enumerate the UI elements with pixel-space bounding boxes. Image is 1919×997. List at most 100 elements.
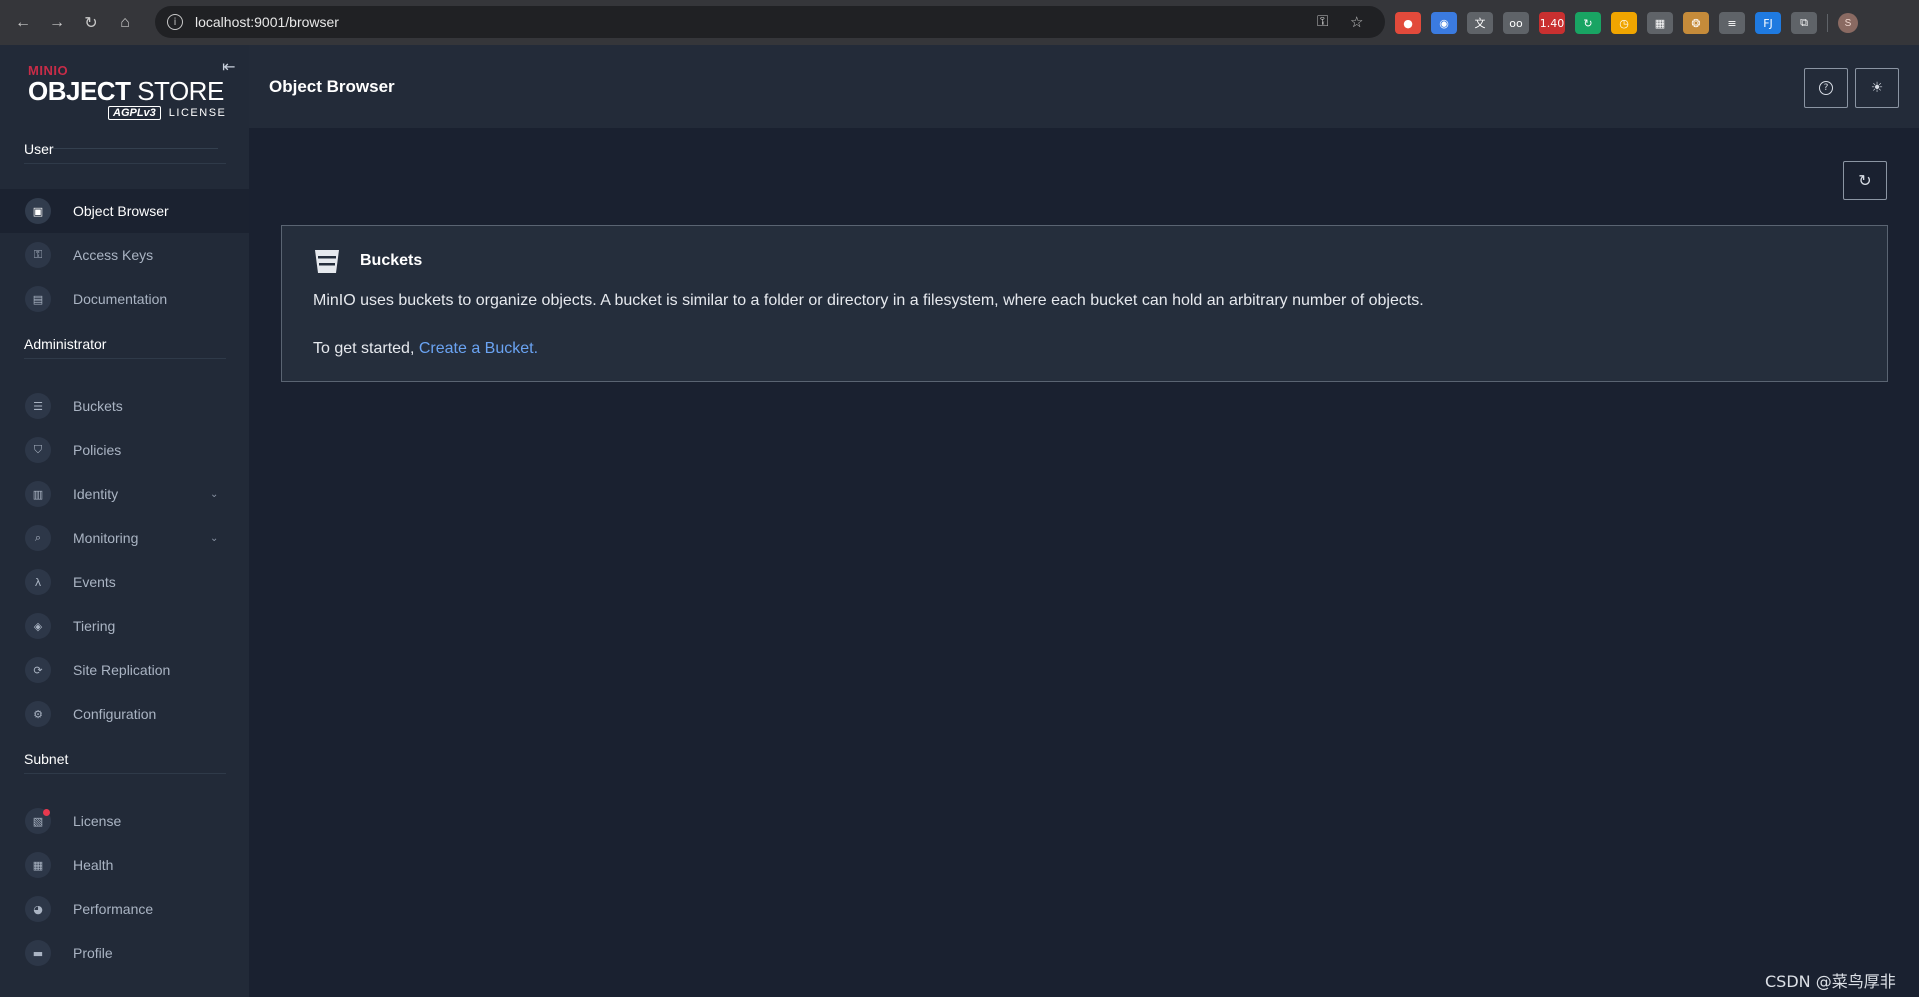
- sidebar-item-object-browser[interactable]: ▣ Object Browser: [0, 189, 249, 233]
- page-title: Object Browser: [269, 77, 395, 96]
- sidebar-item-performance[interactable]: ◕ Performance: [0, 887, 249, 931]
- health-icon: ▦: [25, 852, 51, 878]
- sidebar-item-label: Monitoring: [73, 530, 139, 546]
- sidebar-item-monitoring[interactable]: ⌕ Monitoring ⌄: [0, 516, 249, 560]
- help-button[interactable]: ?: [1804, 68, 1848, 108]
- chevron-down-icon[interactable]: ⌄: [210, 533, 218, 544]
- ext-chrome-color-icon[interactable]: ●: [1395, 12, 1421, 34]
- sidebar-item-policies[interactable]: ⛉ Policies: [0, 428, 249, 472]
- ext-clock-icon[interactable]: ◷: [1611, 12, 1637, 34]
- notification-dot: [43, 809, 50, 816]
- theme-toggle-button[interactable]: ☀: [1855, 68, 1899, 108]
- ext-reader-icon[interactable]: ≡: [1719, 12, 1745, 34]
- sidebar-item-label: Health: [73, 857, 114, 873]
- create-bucket-link[interactable]: Create a Bucket.: [419, 340, 538, 357]
- ext-badge-140-icon[interactable]: 1.40: [1539, 12, 1565, 34]
- refresh-icon: ↻: [1858, 171, 1872, 190]
- sidebar-item-label: Documentation: [73, 291, 168, 307]
- sidebar-item-label: Access Keys: [73, 247, 154, 263]
- sidebar-item-label: License: [73, 813, 122, 829]
- watermark: CSDN @菜鸟厚非: [1765, 972, 1896, 991]
- ext-glasses-icon[interactable]: oo: [1503, 12, 1529, 34]
- license-icon: ▧: [25, 808, 51, 834]
- sidebar-item-access-keys[interactable]: ⚿ Access Keys: [0, 233, 249, 277]
- sidebar-item-label: Configuration: [73, 706, 157, 722]
- address-url[interactable]: localhost:9001/browser: [195, 14, 339, 30]
- ext-cookie-icon[interactable]: ❂: [1683, 12, 1709, 34]
- profile-icon: ▬: [25, 940, 51, 966]
- sidebar-item-label: Events: [73, 574, 116, 590]
- browser-toolbar: ← → ↻ ⌂ i localhost:9001/browser ⚿ ☆ ● ◉ 文…: [0, 0, 1919, 45]
- divider: [24, 163, 226, 164]
- documentation-icon: ▤: [25, 286, 51, 312]
- section-title-user: User: [24, 141, 54, 157]
- identity-icon: ▥: [25, 481, 51, 507]
- ext-puzzle-icon[interactable]: ⧉: [1791, 12, 1817, 34]
- sidebar-item-tiering[interactable]: ◈ Tiering: [0, 604, 249, 648]
- policies-icon: ⛉: [25, 437, 51, 463]
- extensions-tray: ● ◉ 文 oo 1.40 ↻ ◷ ▦ ❂ ≡ FJ ⧉ S: [1395, 11, 1858, 35]
- reload-icon[interactable]: ↻: [80, 12, 102, 34]
- sidebar-item-label: Identity: [73, 486, 119, 502]
- sidebar-item-label: Policies: [73, 442, 122, 458]
- panel-description: MinIO uses buckets to organize objects. …: [313, 292, 1424, 309]
- forward-arrow-icon[interactable]: →: [46, 12, 68, 34]
- sidebar-item-label: Buckets: [73, 398, 123, 414]
- logo-license-row: AGPLv3 LICENSE: [108, 106, 227, 120]
- site-replication-icon: ⟳: [25, 657, 51, 683]
- toolbar-divider: [1827, 14, 1828, 32]
- divider: [28, 148, 218, 149]
- ext-fj-icon[interactable]: FJ: [1755, 12, 1781, 34]
- configuration-icon: ⚙: [25, 701, 51, 727]
- sidebar-item-site-replication[interactable]: ⟳ Site Replication: [0, 648, 249, 692]
- object-browser-icon: ▣: [25, 198, 51, 224]
- back-arrow-icon[interactable]: ←: [12, 12, 34, 34]
- sidebar-item-label: Profile: [73, 945, 113, 961]
- divider: [24, 358, 226, 359]
- panel-title: Buckets: [360, 252, 423, 269]
- sidebar-item-health[interactable]: ▦ Health: [0, 843, 249, 887]
- refresh-button[interactable]: ↻: [1843, 161, 1887, 200]
- agpl-badge: AGPLv3: [108, 106, 161, 120]
- minio-logo: MINIO OBJECT STORE AGPLv3 LICENSE: [28, 63, 227, 143]
- ext-firefox-like-icon[interactable]: ◉: [1431, 12, 1457, 34]
- panel-cta: To get started, Create a Bucket.: [313, 340, 538, 358]
- buckets-icon: ☰: [25, 393, 51, 419]
- sidebar-item-label: Site Replication: [73, 662, 171, 678]
- logo-product: OBJECT STORE: [28, 76, 224, 106]
- sidebar-item-configuration[interactable]: ⚙ Configuration: [0, 692, 249, 736]
- sidebar-item-identity[interactable]: ▥ Identity ⌄: [0, 472, 249, 516]
- sidebar-item-documentation[interactable]: ▤ Documentation: [0, 277, 249, 321]
- home-icon[interactable]: ⌂: [114, 12, 136, 34]
- bucket-icon: [315, 250, 339, 273]
- access-keys-icon: ⚿: [25, 242, 51, 268]
- help-icon: ?: [1819, 81, 1833, 95]
- profile-avatar[interactable]: S: [1838, 13, 1858, 33]
- collapse-sidebar-icon[interactable]: ⇤: [222, 57, 235, 77]
- ext-qr-icon[interactable]: ▦: [1647, 12, 1673, 34]
- buckets-info-panel: Buckets MinIO uses buckets to organize o…: [281, 225, 1888, 382]
- address-bar[interactable]: i localhost:9001/browser ⚿ ☆: [155, 6, 1385, 38]
- password-key-icon[interactable]: ⚿: [1317, 13, 1328, 30]
- ext-translate-icon[interactable]: 文: [1467, 12, 1493, 34]
- sidebar-item-license[interactable]: ▧ License: [0, 799, 249, 843]
- sidebar: MINIO OBJECT STORE AGPLv3 LICENSE ⇤ User…: [0, 45, 249, 997]
- sidebar-item-events[interactable]: λ Events: [0, 560, 249, 604]
- sidebar-item-buckets[interactable]: ☰ Buckets: [0, 384, 249, 428]
- sun-icon: ☀: [1870, 80, 1884, 96]
- ext-green-refresh-icon[interactable]: ↻: [1575, 12, 1601, 34]
- page-header: Object Browser ? ☀: [249, 45, 1919, 128]
- divider: [24, 773, 226, 774]
- bookmark-star-icon[interactable]: ☆: [1350, 13, 1363, 31]
- monitoring-icon: ⌕: [25, 525, 51, 551]
- sidebar-item-label: Tiering: [73, 618, 116, 634]
- tiering-icon: ◈: [25, 613, 51, 639]
- logo-license: LICENSE: [168, 107, 227, 119]
- site-info-icon[interactable]: i: [167, 14, 183, 30]
- sidebar-item-label: Object Browser: [73, 203, 169, 219]
- cta-prefix: To get started,: [313, 340, 419, 357]
- section-title-administrator: Administrator: [24, 336, 107, 352]
- sidebar-item-label: Performance: [73, 901, 154, 917]
- sidebar-item-profile[interactable]: ▬ Profile: [0, 931, 249, 975]
- chevron-down-icon[interactable]: ⌄: [210, 489, 218, 500]
